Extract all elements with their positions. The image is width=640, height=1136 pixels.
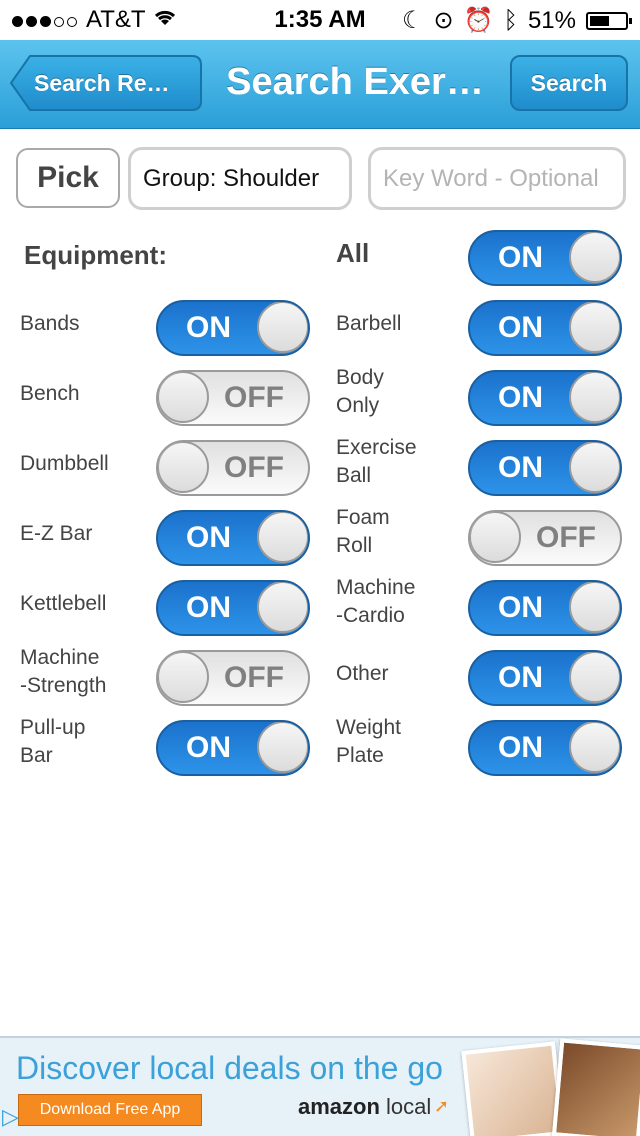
toggle-knob [257, 582, 308, 633]
toggle-knob [569, 582, 620, 633]
equipment-label: Body Only [336, 366, 384, 417]
toggle-state: ON [498, 661, 543, 694]
battery-icon [586, 11, 632, 30]
rotation-lock-icon: ⊙ [433, 7, 454, 34]
equipment-label: Bands [20, 312, 80, 335]
ad-headline: Discover local deals on the go [16, 1050, 443, 1086]
toggle-knob [257, 302, 308, 353]
toggle-state: OFF [224, 661, 284, 694]
toggle-state: ON [186, 731, 231, 764]
all-label: All [336, 238, 370, 268]
toggle-state: ON [498, 381, 543, 414]
keyword-input[interactable]: Key Word - Optional [368, 147, 626, 210]
toggle-knob [257, 512, 308, 563]
ad-spa-photo [461, 1041, 565, 1136]
exercise-ball-toggle[interactable]: ON [468, 440, 622, 496]
ad-choices-icon[interactable]: ▷ [2, 1104, 28, 1132]
toggle-knob [569, 232, 620, 283]
body-only-toggle[interactable]: ON [468, 370, 622, 426]
all-toggle[interactable]: ON [468, 230, 622, 286]
alarm-icon: ⏰ [463, 7, 494, 34]
status-bar: AT&T 1:35 AM ☾ ⊙ ⏰ ᛒ 51% [0, 0, 640, 40]
toggle-knob [158, 372, 209, 423]
equipment-label: Machine -Strength [20, 646, 107, 697]
equipment-label: Barbell [336, 312, 402, 335]
bluetooth-icon: ᛒ [503, 6, 518, 34]
moon-icon: ☾ [402, 7, 424, 34]
toggle-state: ON [498, 591, 543, 624]
dumbbell-toggle[interactable]: OFF [156, 440, 310, 496]
ad-brand-suffix: local [386, 1094, 432, 1119]
foam-roll-toggle[interactable]: OFF [468, 510, 622, 566]
ad-brand-name: amazon [298, 1094, 380, 1119]
download-app-button[interactable]: Download Free App [18, 1094, 202, 1126]
kettlebell-toggle[interactable]: ON [156, 580, 310, 636]
toggle-state: OFF [224, 381, 284, 414]
battery-percent: 51% [527, 6, 576, 34]
toggle-knob [569, 442, 620, 493]
toggle-knob [569, 652, 620, 703]
machine-cardio-toggle[interactable]: ON [468, 580, 622, 636]
toggle-state: ON [186, 591, 231, 624]
other-toggle[interactable]: ON [468, 650, 622, 706]
toggle-knob [158, 652, 209, 703]
toggle-knob [569, 302, 620, 353]
toggle-state: ON [498, 241, 543, 274]
equipment-label: Bench [20, 382, 80, 405]
toggle-state: ON [186, 311, 231, 344]
bands-toggle[interactable]: ON [156, 300, 310, 356]
back-button[interactable]: Search Re… [10, 55, 202, 111]
equipment-label: Pull-up Bar [20, 716, 86, 767]
ad-brand-logo: amazon local [298, 1094, 431, 1120]
toggle-knob [158, 442, 209, 493]
toggle-knob [569, 722, 620, 773]
toggle-state: OFF [224, 451, 284, 484]
ad-coffee-photo [551, 1038, 640, 1136]
barbell-toggle[interactable]: ON [468, 300, 622, 356]
equipment-label: Other [336, 662, 389, 685]
toggle-knob [569, 372, 620, 423]
search-button[interactable]: Search [510, 55, 628, 111]
toggle-knob [470, 512, 521, 563]
equipment-label: E-Z Bar [20, 522, 93, 545]
equipment-label: Foam Roll [336, 506, 390, 557]
toggle-state: ON [498, 311, 543, 344]
equipment-label: Kettlebell [20, 592, 107, 615]
toggle-state: OFF [536, 521, 596, 554]
equipment-label: Machine -Cardio [336, 576, 416, 627]
toggle-knob [257, 722, 308, 773]
back-button-label: Search Re… [34, 70, 170, 96]
toggle-state: ON [186, 521, 231, 554]
ad-banner[interactable]: Discover local deals on the go Download … [0, 1036, 640, 1136]
equipment-heading: Equipment: [24, 240, 167, 270]
group-field[interactable]: Group: Shoulder [128, 147, 352, 210]
page-title: Search Exer… [226, 61, 484, 103]
ez-bar-toggle[interactable]: ON [156, 510, 310, 566]
pick-button[interactable]: Pick [16, 148, 120, 208]
weight-plate-toggle[interactable]: ON [468, 720, 622, 776]
navigation-bar: Search Re… Search Exer… Search [0, 40, 640, 129]
toggle-state: ON [498, 451, 543, 484]
amazon-arrow-icon: ➚ [434, 1096, 450, 1116]
equipment-label: Dumbbell [20, 452, 109, 475]
pull-up-bar-toggle[interactable]: ON [156, 720, 310, 776]
toggle-state: ON [498, 731, 543, 764]
equipment-label: Weight Plate [336, 716, 401, 767]
machine-strength-toggle[interactable]: OFF [156, 650, 310, 706]
bench-toggle[interactable]: OFF [156, 370, 310, 426]
equipment-label: Exercise Ball [336, 436, 417, 487]
